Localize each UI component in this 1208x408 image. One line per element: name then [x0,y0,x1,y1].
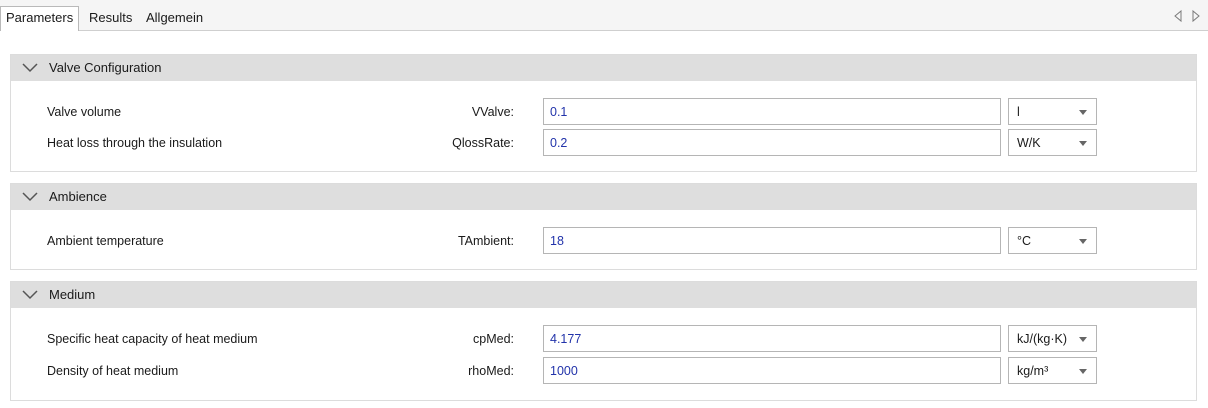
caret-down-icon [1079,337,1087,342]
section-title: Valve Configuration [49,60,162,75]
rhomed-input[interactable] [543,357,1001,384]
variable-name: TAmbient: [457,234,514,248]
chevron-down-icon[interactable] [22,192,38,202]
row-label: Heat loss through the insulation [47,136,223,150]
tab-allgemein[interactable]: Allgemein [146,7,203,31]
section-header[interactable]: Valve Configuration [11,55,1196,81]
parameters-panel: Valve Configuration Valve volume VValve:… [0,31,1208,408]
cpmed-input[interactable] [543,325,1001,352]
triangle-left-icon[interactable] [1173,9,1185,23]
variable-name: cpMed: [473,332,514,346]
section-title: Medium [49,287,96,302]
unit-select-tambient[interactable]: °C [1008,227,1097,254]
section-title: Ambience [49,189,107,204]
unit-value: kJ/(kg·K) [1017,332,1067,346]
section-ambience: Ambience Ambient temperature TAmbient: °… [10,183,1197,270]
row-label: Ambient temperature [47,234,164,248]
section-medium: Medium Specific heat capacity of heat me… [10,281,1197,401]
unit-value: °C [1017,234,1032,248]
section-valve-configuration: Valve Configuration Valve volume VValve:… [10,54,1197,172]
row-label: Specific heat capacity of heat medium [47,332,258,346]
unit-select-qlossrate[interactable]: W/K [1008,129,1097,156]
row-label: Valve volume [47,105,122,119]
unit-value: kg/m³ [1017,364,1049,378]
unit-select-rhomed[interactable]: kg/m³ [1008,357,1097,384]
variable-name: VValve: [471,105,514,119]
section-header[interactable]: Medium [11,282,1196,308]
unit-value: l [1017,105,1020,119]
unit-select-cpmed[interactable]: kJ/(kg·K) [1008,325,1097,352]
unit-select-vvalve[interactable]: l [1008,98,1097,125]
caret-down-icon [1079,141,1087,146]
chevron-down-icon[interactable] [22,290,38,300]
triangle-right-icon[interactable] [1191,9,1203,23]
caret-down-icon [1079,369,1087,374]
unit-value: W/K [1017,136,1041,150]
section-header[interactable]: Ambience [11,184,1196,210]
tambient-input[interactable] [543,227,1001,254]
tab-bar: Parameters Results Allgemein [0,0,1208,32]
qlossrate-input[interactable] [543,129,1001,156]
row-label: Density of heat medium [47,364,179,378]
tab-results[interactable]: Results [89,7,132,31]
chevron-down-icon[interactable] [22,63,38,73]
caret-down-icon [1079,110,1087,115]
caret-down-icon [1079,239,1087,244]
variable-name: rhoMed: [468,364,514,378]
tab-parameters[interactable]: Parameters [0,6,80,32]
variable-name: QlossRate: [452,136,514,150]
vvalve-input[interactable] [543,98,1001,125]
